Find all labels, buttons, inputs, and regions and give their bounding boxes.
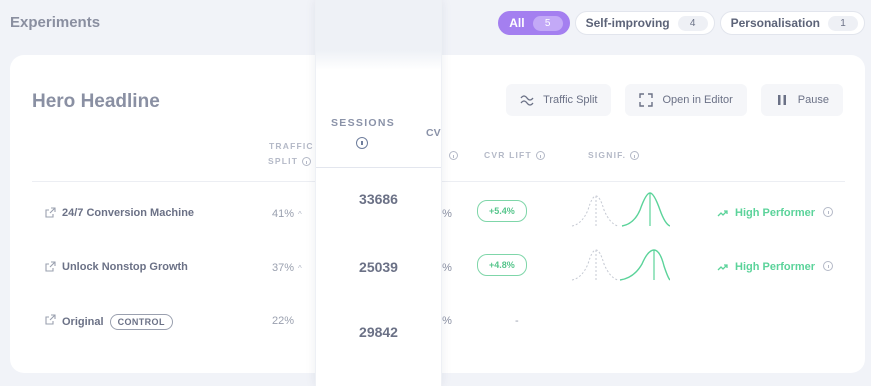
sessions-title: SESSIONS — [331, 117, 396, 129]
filter-personalisation-count: 1 — [828, 15, 858, 31]
significance-curves — [571, 249, 670, 281]
filter-all-label: All — [509, 16, 525, 30]
sessions-value: 25039 — [359, 259, 398, 275]
variant-name[interactable]: Original CONTROL — [62, 314, 173, 330]
variant-name-label: Unlock Nonstop Growth — [62, 261, 188, 273]
filter-personalisation-label: Personalisation — [730, 16, 820, 30]
split-value: 22% — [272, 315, 295, 327]
variant-name-label: 24/7 Conversion Machine — [62, 207, 195, 219]
cvr-lift-header: CVR LIFT — [484, 150, 545, 161]
info-icon[interactable] — [535, 151, 545, 161]
trending-up-icon — [717, 264, 728, 271]
sessions-value: 29842 — [359, 324, 398, 340]
experiment-actions: Traffic Split Open in Editor Pause — [506, 84, 843, 116]
expand-frame-icon — [639, 93, 654, 107]
filter-all-count: 5 — [532, 15, 563, 31]
traffic-split-label: Traffic Split — [543, 94, 598, 106]
pause-label: Pause — [797, 94, 829, 106]
info-icon[interactable] — [356, 137, 368, 149]
performance-label: High Performer — [717, 207, 815, 219]
info-icon[interactable] — [630, 151, 640, 161]
pause-button[interactable]: Pause — [760, 84, 843, 116]
significance-curves — [571, 192, 670, 227]
page-title: Experiments — [10, 14, 101, 31]
cvr-header-info — [445, 150, 458, 161]
cvr-lift-empty: - — [515, 315, 519, 327]
filter-self-improving-count: 4 — [677, 15, 708, 31]
filter-self-improving[interactable]: Self-improving 4 — [574, 11, 715, 35]
filter-personalisation[interactable]: Personalisation 1 — [719, 11, 865, 35]
external-link-icon[interactable] — [45, 207, 56, 218]
filter-self-improving-label: Self-improving — [585, 16, 670, 30]
signif-header: SIGNIF. — [588, 150, 640, 161]
performance-label: High Performer — [717, 261, 815, 273]
traffic-split-value: 37% ^ — [272, 262, 302, 274]
cvr-lift-badge: +4.8% — [477, 254, 527, 276]
performance-text: High Performer — [735, 261, 816, 273]
external-link-icon[interactable] — [45, 314, 56, 325]
split-waves-icon — [520, 95, 534, 106]
traffic-split-header: TRAFFIC — [269, 141, 314, 151]
caret-up-icon: ^ — [298, 210, 302, 219]
sessions-header — [316, 0, 441, 168]
open-editor-button[interactable]: Open in Editor — [625, 84, 747, 116]
trending-up-icon — [717, 210, 728, 217]
split-value: 41% — [272, 208, 295, 220]
info-icon[interactable] — [823, 207, 833, 217]
filter-chips: All 5 Self-improving 4 Personalisation 1 — [498, 11, 865, 35]
performance-text: High Performer — [735, 207, 816, 219]
info-icon[interactable] — [302, 157, 312, 167]
traffic-split-header-2: SPLIT — [268, 156, 312, 167]
variant-name-label: Original — [62, 316, 104, 328]
sessions-column-overlay[interactable]: SESSIONS CV 33686 25039 29842 — [315, 0, 442, 386]
cvr-header-cut: CV — [426, 127, 441, 139]
control-badge: CONTROL — [109, 314, 173, 330]
filter-all[interactable]: All 5 — [498, 11, 570, 35]
traffic-split-value: 22% — [272, 315, 294, 327]
variant-name[interactable]: 24/7 Conversion Machine — [62, 207, 194, 219]
experiment-title: Hero Headline — [32, 91, 160, 112]
sessions-value: 33686 — [359, 191, 398, 207]
split-value: 37% — [272, 262, 295, 274]
info-icon[interactable] — [449, 151, 458, 161]
cvr-lift-badge: +5.4% — [477, 200, 527, 222]
caret-up-icon: ^ — [298, 264, 302, 273]
signif-header-label: SIGNIF. — [588, 150, 627, 160]
external-link-icon[interactable] — [45, 261, 56, 272]
open-editor-label: Open in Editor — [662, 94, 733, 106]
pause-icon — [777, 95, 786, 105]
variant-name[interactable]: Unlock Nonstop Growth — [62, 261, 188, 273]
traffic-split-value: 41% ^ — [272, 208, 302, 220]
traffic-split-header-label: SPLIT — [268, 156, 299, 166]
info-icon[interactable] — [823, 261, 833, 271]
cvr-lift-header-label: CVR LIFT — [484, 150, 532, 160]
traffic-split-button[interactable]: Traffic Split — [506, 84, 612, 116]
